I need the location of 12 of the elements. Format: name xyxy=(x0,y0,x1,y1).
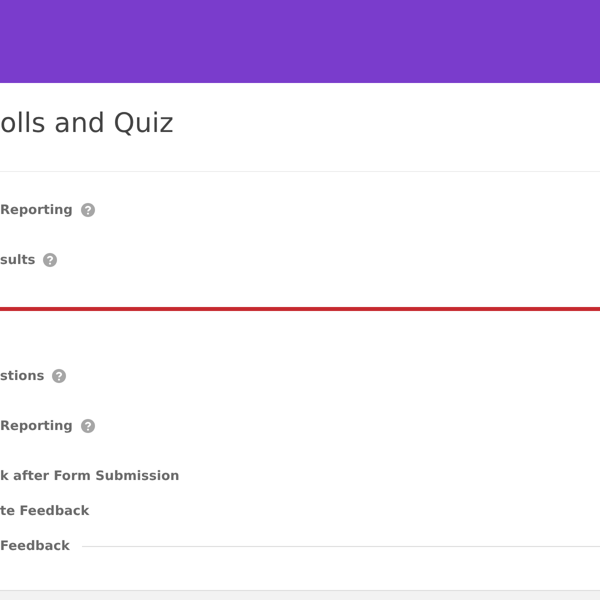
setting-label: k after Form Submission xyxy=(0,468,180,484)
setting-label: Reporting xyxy=(0,202,73,218)
setting-label: sults xyxy=(0,252,36,268)
setting-label: Feedback xyxy=(0,538,70,554)
help-icon[interactable] xyxy=(80,419,95,433)
page-title: olls and Quiz xyxy=(0,83,600,172)
help-icon[interactable] xyxy=(52,369,66,383)
setting-label: te Feedback xyxy=(0,504,90,518)
help-icon[interactable] xyxy=(80,203,95,217)
setting-label: Reporting xyxy=(0,418,73,434)
help-icon[interactable] xyxy=(43,253,58,267)
setting-label: stions xyxy=(0,368,44,384)
